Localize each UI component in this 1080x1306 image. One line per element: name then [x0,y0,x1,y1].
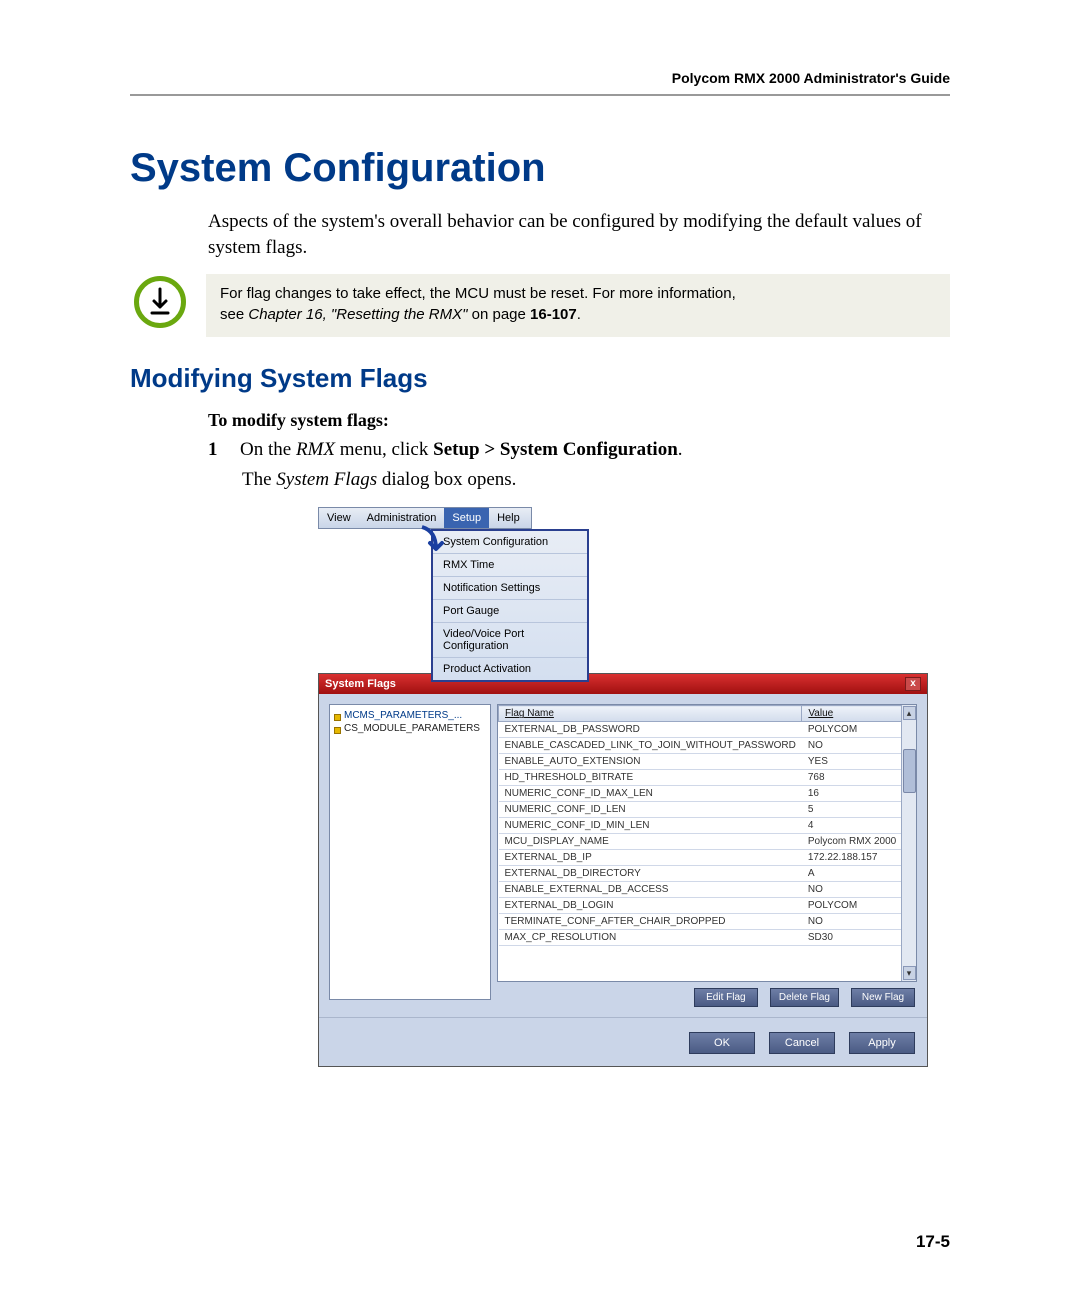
flag-name-cell: ENABLE_CASCADED_LINK_TO_JOIN_WITHOUT_PAS… [499,738,802,754]
table-row[interactable]: ENABLE_EXTERNAL_DB_ACCESSNO [499,882,916,898]
dropdown-product-activation[interactable]: Product Activation [433,658,587,680]
col-flag-name[interactable]: Flag Name [499,706,802,722]
note-line2-prefix: see [220,306,248,323]
dropdown-port-gauge[interactable]: Port Gauge [433,600,587,623]
flag-name-cell: EXTERNAL_DB_LOGIN [499,898,802,914]
flag-name-cell: ENABLE_EXTERNAL_DB_ACCESS [499,882,802,898]
step1-pre: On the [240,439,296,460]
flag-name-cell: MAX_CP_RESOLUTION [499,930,802,946]
dropdown-system-configuration[interactable]: System Configuration [433,531,587,554]
intro-paragraph: Aspects of the system's overall behavior… [208,209,950,260]
table-row[interactable]: EXTERNAL_DB_PASSWORDPOLYCOM [499,722,916,738]
flag-name-cell: EXTERNAL_DB_IP [499,850,802,866]
table-row[interactable]: EXTERNAL_DB_IP172.22.188.157 [499,850,916,866]
running-header: Polycom RMX 2000 Administrator's Guide [130,70,950,96]
scroll-down-icon[interactable]: ▾ [903,966,916,980]
result-post: dialog box opens. [377,469,516,490]
menu-administration[interactable]: Administration [359,508,445,528]
grid-scrollbar[interactable]: ▴ ▾ [901,705,916,981]
tree-item-cs-module-parameters[interactable]: CS_MODULE_PARAMETERS [334,722,486,735]
heading-modifying-system-flags: Modifying System Flags [130,363,950,394]
new-flag-button[interactable]: New Flag [851,988,915,1007]
flag-value-cell: NO [802,738,916,754]
step1-mid: menu, click [335,439,433,460]
flag-name-cell: NUMERIC_CONF_ID_MAX_LEN [499,786,802,802]
step1-rmx: RMX [296,439,335,460]
dropdown-rmx-time[interactable]: RMX Time [433,554,587,577]
flag-name-cell: MCU_DISPLAY_NAME [499,834,802,850]
table-row[interactable]: NUMERIC_CONF_ID_MAX_LEN16 [499,786,916,802]
menu-view[interactable]: View [319,508,359,528]
flag-value-cell: NO [802,914,916,930]
flag-value-cell: 16 [802,786,916,802]
scroll-thumb[interactable] [903,749,916,793]
flag-value-cell: YES [802,754,916,770]
flag-value-cell: 4 [802,818,916,834]
dialog-title: System Flags [325,678,396,690]
flag-name-cell: ENABLE_AUTO_EXTENSION [499,754,802,770]
page-number: 17-5 [916,1232,950,1252]
flag-name-cell: EXTERNAL_DB_PASSWORD [499,722,802,738]
dialog-titlebar: System Flags x [319,674,927,694]
result-pre: The [242,469,276,490]
scroll-up-icon[interactable]: ▴ [903,706,916,720]
table-row[interactable]: TERMINATE_CONF_AFTER_CHAIR_DROPPEDNO [499,914,916,930]
table-row[interactable]: EXTERNAL_DB_LOGINPOLYCOM [499,898,916,914]
system-flags-dialog: System Flags x MCMS_PARAMETERS_... CS_MO… [318,673,928,1067]
note-line2-suffix: . [577,306,581,323]
heading-system-configuration: System Configuration [130,146,950,191]
step-1: 1 On the RMX menu, click Setup > System … [208,437,950,464]
step1-menu-path: Setup > System Configuration [433,439,678,460]
apply-button[interactable]: Apply [849,1032,915,1054]
flag-value-cell: POLYCOM [802,722,916,738]
ok-button[interactable]: OK [689,1032,755,1054]
col-value[interactable]: Value [802,706,916,722]
step-1-number: 1 [208,437,222,464]
menu-setup[interactable]: Setup [444,508,489,528]
flag-name-cell: NUMERIC_CONF_ID_MIN_LEN [499,818,802,834]
edit-flag-button[interactable]: Edit Flag [694,988,758,1007]
flag-name-cell: NUMERIC_CONF_ID_LEN [499,802,802,818]
note-chapter-ref: Chapter 16, "Resetting the RMX" [248,306,467,323]
delete-flag-button[interactable]: Delete Flag [770,988,839,1007]
flag-value-cell: Polycom RMX 2000 [802,834,916,850]
flag-value-cell: POLYCOM [802,898,916,914]
note-line2-mid: on page [467,306,530,323]
setup-dropdown: System Configuration RMX Time Notificati… [431,529,589,682]
note-line1: For flag changes to take effect, the MCU… [220,285,736,302]
flag-value-cell: 172.22.188.157 [802,850,916,866]
table-row[interactable]: NUMERIC_CONF_ID_LEN5 [499,802,916,818]
note-page-ref: 16-107 [530,306,577,323]
step1-result: The System Flags dialog box opens. [242,469,950,491]
table-row[interactable]: HD_THRESHOLD_BITRATE768 [499,770,916,786]
menu-help[interactable]: Help [489,508,528,528]
flag-name-cell: EXTERNAL_DB_DIRECTORY [499,866,802,882]
table-row[interactable]: ENABLE_CASCADED_LINK_TO_JOIN_WITHOUT_PAS… [499,738,916,754]
table-row[interactable]: MCU_DISPLAY_NAMEPolycom RMX 2000 [499,834,916,850]
table-row[interactable]: ENABLE_AUTO_EXTENSIONYES [499,754,916,770]
menubar: View Administration Setup Help [318,507,532,529]
flag-name-cell: HD_THRESHOLD_BITRATE [499,770,802,786]
flags-grid[interactable]: Flag Name Value EXTERNAL_DB_PASSWORDPOLY… [497,704,917,982]
flag-value-cell: 5 [802,802,916,818]
tree-item-mcms-parameters[interactable]: MCMS_PARAMETERS_... [334,709,486,722]
flag-value-cell: NO [802,882,916,898]
cancel-button[interactable]: Cancel [769,1032,835,1054]
table-row[interactable]: MAX_CP_RESOLUTIONSD30 [499,930,916,946]
dropdown-video-voice-port-configuration[interactable]: Video/Voice Port Configuration [433,623,587,658]
result-dialog-name: System Flags [276,469,377,490]
flag-value-cell: SD30 [802,930,916,946]
step1-suffix: . [678,439,683,460]
close-icon[interactable]: x [905,677,921,691]
flag-value-cell: 768 [802,770,916,786]
params-tree[interactable]: MCMS_PARAMETERS_... CS_MODULE_PARAMETERS [329,704,491,1000]
table-row[interactable]: EXTERNAL_DB_DIRECTORYA [499,866,916,882]
note-icon [134,276,186,328]
note-box: For flag changes to take effect, the MCU… [206,274,950,337]
table-row[interactable]: NUMERIC_CONF_ID_MIN_LEN4 [499,818,916,834]
dropdown-notification-settings[interactable]: Notification Settings [433,577,587,600]
flag-value-cell: A [802,866,916,882]
procedure-title: To modify system flags: [208,410,950,431]
flag-name-cell: TERMINATE_CONF_AFTER_CHAIR_DROPPED [499,914,802,930]
